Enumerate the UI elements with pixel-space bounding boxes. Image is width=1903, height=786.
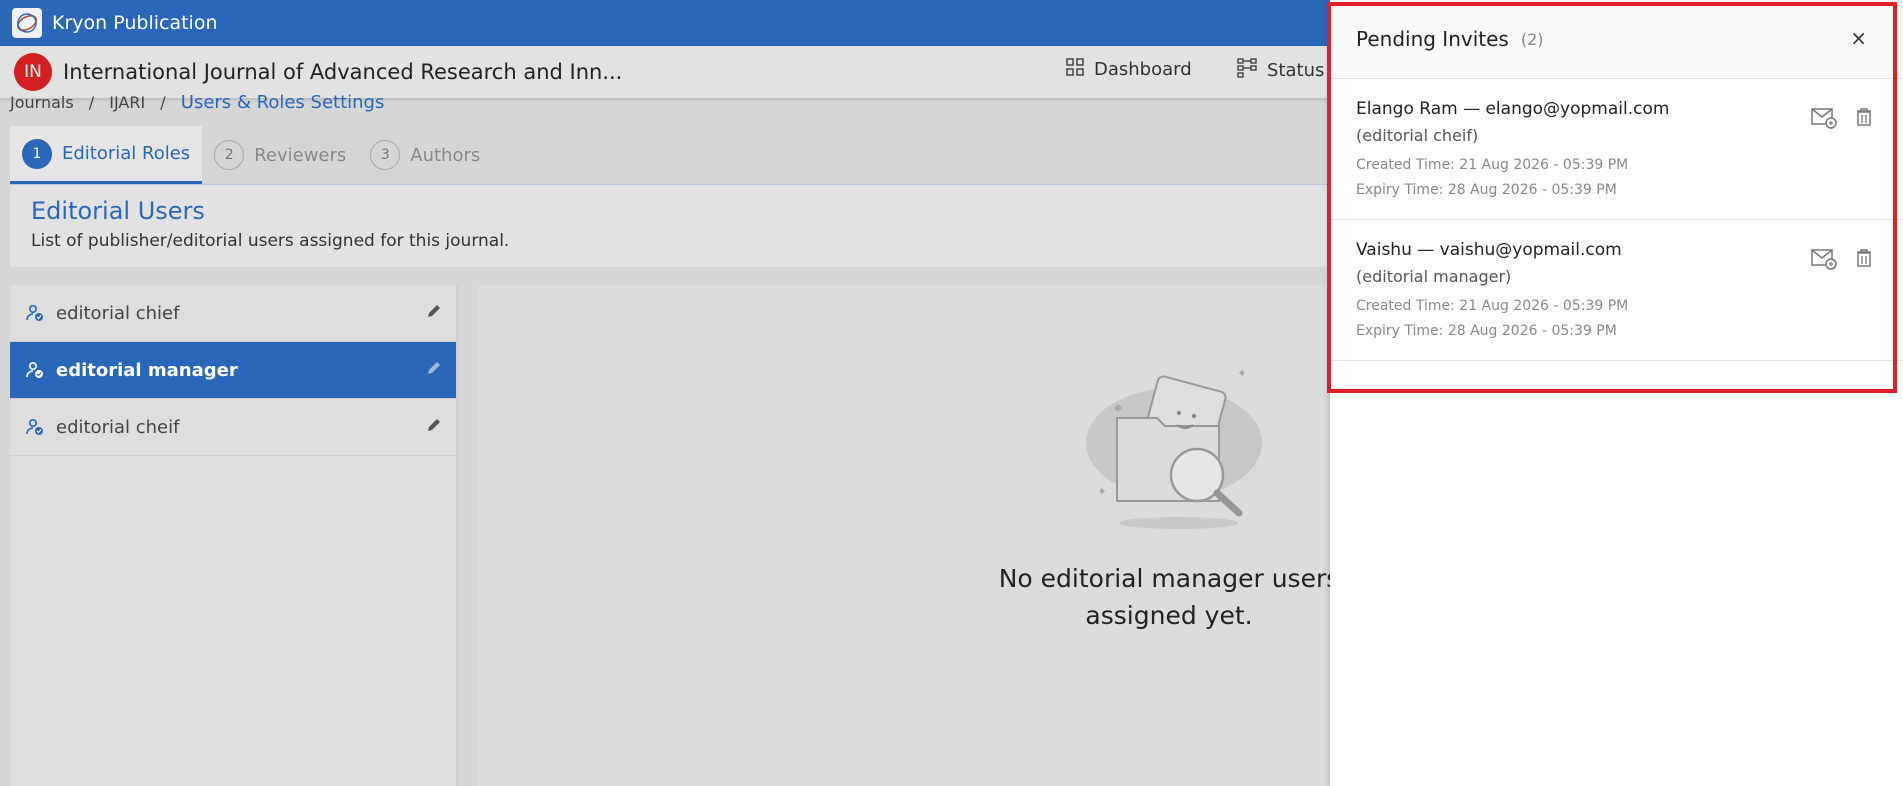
mail-resend-icon[interactable] (1811, 107, 1837, 133)
panel-title: Pending Invites (1356, 27, 1509, 51)
roles-list: editorial chief editorial manager editor… (10, 285, 458, 786)
nav-dashboard-label: Dashboard (1094, 59, 1192, 80)
tab-number: 3 (370, 140, 401, 170)
invite-actions (1811, 248, 1873, 274)
section-title: Editorial Users (31, 197, 205, 225)
invite-count: (2) (1520, 29, 1544, 49)
invite-created-time: Created Time: 21 Aug 2026 - 05:39 PM (1356, 298, 1629, 314)
user-check-icon (26, 304, 44, 322)
role-label: editorial cheif (56, 416, 180, 438)
invite-created-time: Created Time: 21 Aug 2026 - 05:39 PM (1356, 157, 1629, 173)
tab-label: Reviewers (254, 144, 347, 166)
breadcrumb-separator: / (160, 93, 166, 112)
trash-icon[interactable] (1855, 107, 1873, 133)
role-item-editorial-cheif[interactable]: editorial cheif (10, 399, 456, 456)
role-label: editorial chief (56, 302, 180, 324)
app-logo-icon[interactable] (12, 8, 42, 38)
grid-icon (1066, 58, 1084, 81)
breadcrumb-separator: / (88, 93, 95, 112)
nav-dashboard[interactable]: Dashboard (1066, 58, 1192, 81)
tab-editorial-roles[interactable]: 1 Editorial Roles (10, 126, 203, 184)
tab-number: 2 (214, 140, 245, 170)
role-item-editorial-chief[interactable]: editorial chief (10, 285, 456, 342)
pencil-icon[interactable] (426, 417, 442, 438)
invite-expiry-time: Expiry Time: 28 Aug 2026 - 05:39 PM (1356, 182, 1617, 198)
tab-label: Editorial Roles (62, 143, 191, 164)
pencil-icon[interactable] (426, 360, 442, 381)
breadcrumb: Journals / IJARI / Users & Roles Setting… (10, 92, 384, 113)
tab-label: Authors (410, 144, 481, 166)
user-check-icon (26, 418, 44, 436)
invite-role: (editorial cheif) (1356, 126, 1479, 145)
invite-name-email: Elango Ram — elango@yopmail.com (1356, 99, 1670, 119)
pending-invites-panel: Pending Invites (2) × Elango Ram — elang… (1330, 0, 1903, 786)
section-subtitle: List of publisher/editorial users assign… (31, 231, 510, 251)
nav-status-label: Status (1267, 60, 1325, 81)
invite-item: Vaishu — vaishu@yopmail.com (editorial m… (1330, 220, 1903, 361)
journal-title: International Journal of Advanced Resear… (63, 60, 623, 84)
pencil-icon[interactable] (426, 303, 442, 324)
journal-avatar: IN (14, 53, 52, 91)
role-label: editorial manager (56, 359, 238, 381)
invite-name-email: Vaishu — vaishu@yopmail.com (1356, 240, 1622, 260)
mail-resend-icon[interactable] (1811, 248, 1837, 274)
user-check-icon (26, 361, 44, 379)
role-item-editorial-manager[interactable]: editorial manager (10, 342, 456, 399)
app-name: Kryon Publication (52, 12, 218, 34)
tab-reviewers[interactable]: 2 Reviewers (202, 126, 358, 184)
flow-icon (1237, 58, 1257, 83)
tab-number: 1 (22, 138, 52, 169)
trash-icon[interactable] (1855, 248, 1873, 274)
invite-item: Elango Ram — elango@yopmail.com (editori… (1330, 79, 1903, 220)
close-icon[interactable]: × (1850, 26, 1867, 50)
users-content: No editorial manager users assigned yet. (479, 285, 1339, 786)
folder-search-illustration (1079, 363, 1279, 537)
settings-tabs: 1 Editorial Roles 2 Reviewers 3 Authors (10, 125, 492, 185)
nav-status[interactable]: Status (1237, 58, 1324, 83)
panel-header: Pending Invites (2) × (1330, 0, 1903, 79)
breadcrumb-current: Users & Roles Settings (180, 92, 385, 113)
breadcrumb-journals[interactable]: Journals (10, 93, 74, 112)
section-header: Editorial Users List of publisher/editor… (10, 185, 1330, 267)
invite-actions (1811, 107, 1873, 133)
invite-role: (editorial manager) (1356, 267, 1512, 286)
invite-expiry-time: Expiry Time: 28 Aug 2026 - 05:39 PM (1356, 323, 1617, 339)
tab-authors[interactable]: 3 Authors (358, 126, 492, 184)
breadcrumb-journal[interactable]: IJARI (109, 93, 145, 112)
